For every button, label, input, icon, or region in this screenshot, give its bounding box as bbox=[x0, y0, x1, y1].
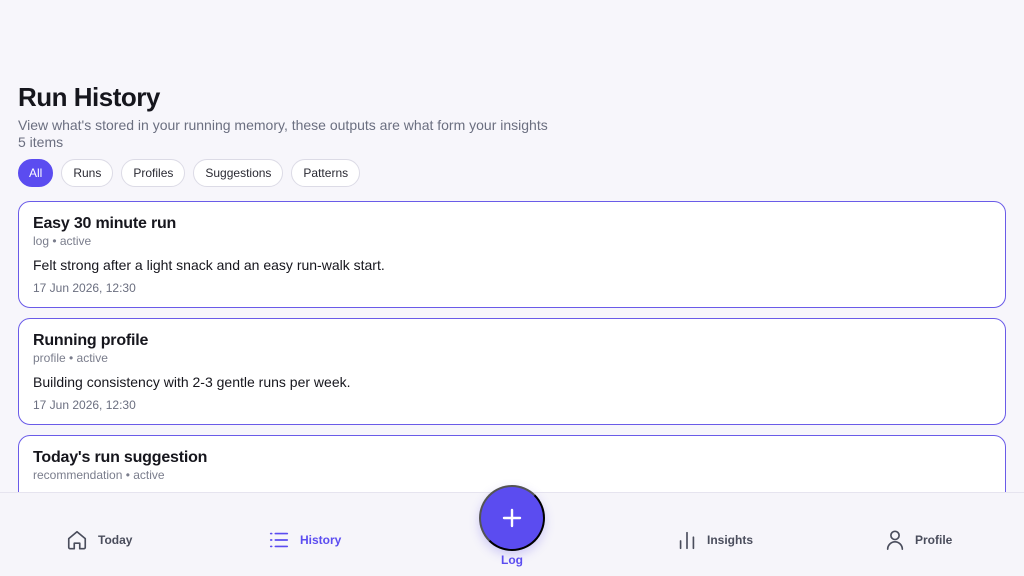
history-card[interactable]: Easy 30 minute run log • active Felt str… bbox=[18, 201, 1006, 308]
log-label: Log bbox=[501, 553, 523, 567]
filter-chips: All Runs Profiles Suggestions Patterns bbox=[18, 159, 361, 187]
card-date: 17 Jun 2026, 12:30 bbox=[33, 281, 136, 295]
history-card[interactable]: Running profile profile • active Buildin… bbox=[18, 318, 1006, 425]
user-icon bbox=[886, 530, 904, 550]
log-run-button[interactable] bbox=[479, 485, 545, 551]
plus-icon bbox=[502, 508, 522, 528]
app-root: Run History View what's stored in your r… bbox=[0, 0, 1024, 576]
nav-history[interactable]: History bbox=[268, 529, 341, 551]
filter-chip-all[interactable]: All bbox=[18, 159, 54, 187]
nav-profile-label: Profile bbox=[915, 533, 953, 547]
nav-insights[interactable]: Insights bbox=[677, 529, 753, 551]
bar-chart-icon bbox=[679, 531, 695, 550]
filter-chip-suggestions[interactable]: Suggestions bbox=[193, 159, 284, 187]
nav-today-label: Today bbox=[98, 533, 133, 547]
card-title: Today's run suggestion bbox=[33, 449, 208, 466]
filter-chip-patterns[interactable]: Patterns bbox=[291, 159, 361, 187]
card-title: Running profile bbox=[33, 332, 149, 349]
page-subtitle: View what's stored in your running memor… bbox=[18, 117, 548, 133]
nav-profile[interactable]: Profile bbox=[885, 529, 952, 551]
home-icon bbox=[67, 530, 87, 550]
filter-chip-runs[interactable]: Runs bbox=[61, 159, 114, 187]
item-count: 5 items bbox=[18, 134, 64, 150]
card-meta: profile • active bbox=[33, 351, 108, 365]
list-icon bbox=[269, 532, 289, 548]
card-meta: recommendation • active bbox=[33, 468, 165, 482]
nav-history-label: History bbox=[300, 533, 342, 547]
page-title: Run History bbox=[18, 82, 160, 112]
nav-insights-label: Insights bbox=[707, 533, 754, 547]
history-list: Easy 30 minute run log • active Felt str… bbox=[18, 201, 1006, 492]
card-date: 17 Jun 2026, 12:30 bbox=[33, 398, 136, 412]
card-meta: log • active bbox=[33, 234, 92, 248]
filter-chip-profiles[interactable]: Profiles bbox=[121, 159, 186, 187]
card-body: Felt strong after a light snack and an e… bbox=[33, 257, 385, 273]
nav-today[interactable]: Today bbox=[66, 529, 132, 551]
card-body: Building consistency with 2-3 gentle run… bbox=[33, 374, 351, 390]
history-screen: Run History View what's stored in your r… bbox=[0, 0, 1024, 492]
history-card[interactable]: Today's run suggestion recommendation • … bbox=[18, 435, 1006, 492]
card-title: Easy 30 minute run bbox=[33, 215, 177, 232]
